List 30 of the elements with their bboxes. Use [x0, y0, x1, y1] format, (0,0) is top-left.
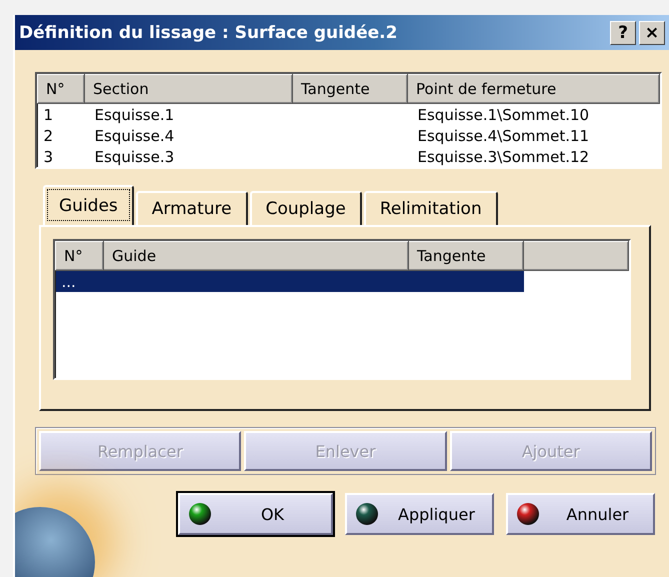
ok-button[interactable]: OK [178, 493, 333, 535]
ball-icon [516, 502, 540, 526]
table-row[interactable]: ... [56, 270, 104, 292]
tab[interactable]: Armature [136, 191, 248, 225]
cancel-button[interactable]: Annuler [506, 493, 655, 535]
column-header[interactable]: Guide [104, 242, 408, 270]
close-button[interactable]: × [639, 20, 665, 44]
apply-button[interactable]: Appliquer [344, 493, 494, 535]
tab[interactable]: Couplage [250, 191, 362, 225]
tab[interactable]: Guides [43, 185, 134, 225]
table-cell: Esquisse.1\Sommet.10 [408, 104, 660, 125]
column-header[interactable]: Section [84, 74, 292, 104]
column-header[interactable]: Tangente [292, 74, 408, 104]
column-header[interactable]: N° [38, 74, 84, 104]
column-header[interactable]: N° [56, 242, 104, 270]
ball-icon [354, 502, 379, 526]
ball-icon [188, 502, 212, 526]
table-cell-text: Esquisse.3 [94, 146, 176, 167]
column-header[interactable]: Tangente [408, 242, 524, 270]
table-cell: 1 [38, 104, 84, 125]
table-cell-text: 2 [42, 126, 54, 146]
table-cell: Esquisse.1 [84, 104, 292, 125]
help-button[interactable]: ? [610, 20, 636, 44]
tab[interactable]: Relimitation [364, 191, 498, 225]
column-header[interactable]: Point de fermeture [408, 74, 660, 104]
table-cell-text: 3 [42, 146, 54, 167]
window-title: Définition du lissage : Surface guidée.2 [19, 22, 398, 42]
table-cell-text: Esquisse.4 [94, 126, 176, 146]
table-cell-text: Esquisse.4\Sommet.11 [416, 126, 590, 146]
table-cell-text: Esquisse.3\Sommet.12 [416, 146, 590, 167]
